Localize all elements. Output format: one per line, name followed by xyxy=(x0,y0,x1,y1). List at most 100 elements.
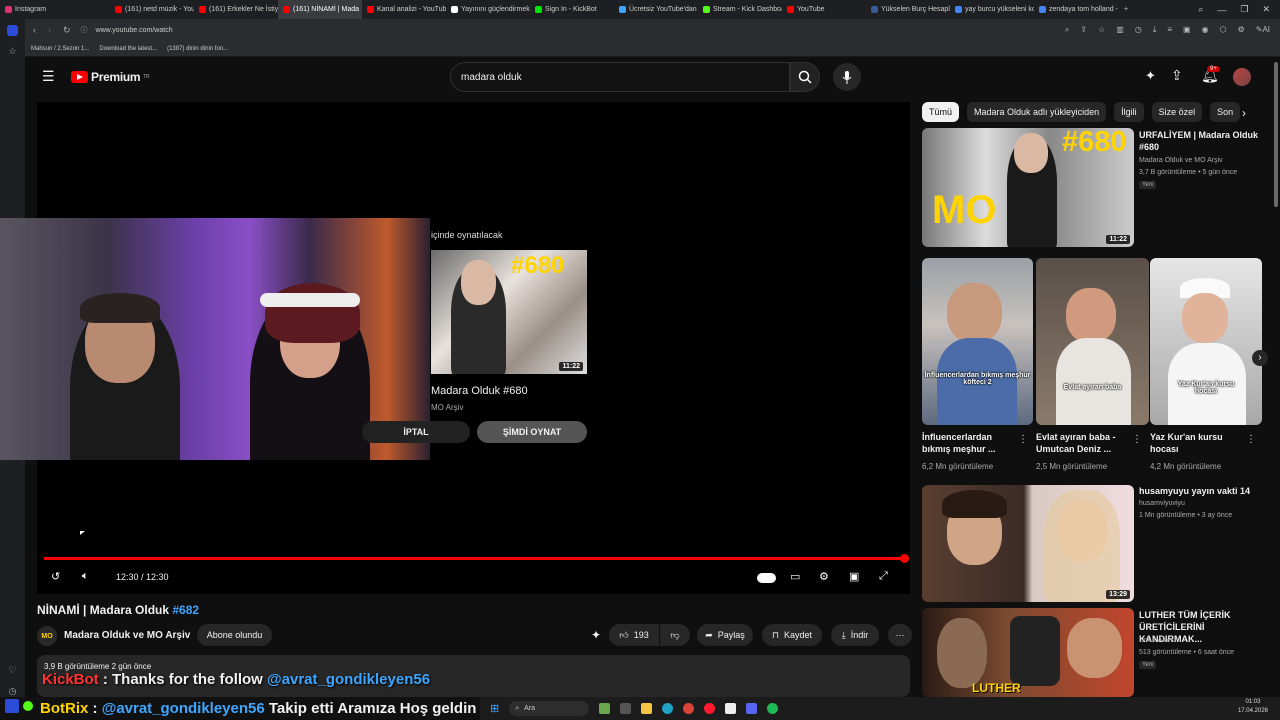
save-button[interactable]: ⊓ Kaydet xyxy=(762,624,822,646)
create-icon[interactable]: ✦ xyxy=(1145,68,1156,84)
more-actions-button[interactable]: ⋯ xyxy=(888,624,912,646)
minimize-icon[interactable]: — xyxy=(1217,5,1226,15)
extensions-icon[interactable]: ⬡ xyxy=(1220,25,1227,35)
search-tabs-icon[interactable]: ⌕ xyxy=(1198,4,1203,15)
video-player[interactable]: içinde oynatılacak #680 11:22 Madara Old… xyxy=(0,102,910,594)
short-thumbnail-1[interactable]: İnfluencerlardan bıkmış meşhur köfteci 2 xyxy=(922,258,1033,425)
workspace-icon[interactable] xyxy=(7,25,18,36)
opera-icon[interactable] xyxy=(704,703,716,714)
browser-tab-2[interactable]: (161) Erkekler Ne İstiyor? xyxy=(194,0,278,19)
progress-bar[interactable] xyxy=(44,557,905,560)
related-thumbnail-2[interactable]: 13:29 xyxy=(922,485,1134,602)
bookmark-item[interactable]: (1387) dinin dinin fon... xyxy=(167,46,228,52)
next-video-title[interactable]: Madara Olduk #680 xyxy=(431,385,528,397)
fullscreen-icon[interactable]: ⤢ xyxy=(879,570,888,583)
channel-avatar[interactable]: MO xyxy=(37,626,57,646)
search-button[interactable] xyxy=(790,62,820,92)
browser-tab-9[interactable]: YouTube xyxy=(782,0,866,19)
maximize-icon[interactable]: ❐ xyxy=(1240,4,1248,15)
task-view-icon[interactable] xyxy=(620,703,632,714)
bookmark-item[interactable]: Mahsun / 2.Sezon 1... xyxy=(31,46,89,52)
filter-chip[interactable]: İlgili xyxy=(1114,102,1144,122)
related-thumbnail-1[interactable]: MO #680 11:22 xyxy=(922,128,1134,247)
close-window-icon[interactable]: ✕ xyxy=(1262,4,1270,15)
like-button[interactable]: 👍︎ 193 xyxy=(609,624,659,646)
settings-gear-icon[interactable]: ⚙ xyxy=(819,570,829,583)
scrollbar-thumb[interactable] xyxy=(1274,62,1278,207)
taskbar-search[interactable]: ⌕ Ara xyxy=(509,701,590,716)
sidebar-icon[interactable]: ▥ xyxy=(1116,25,1124,35)
system-clock[interactable]: 01:03 17.04.2026 xyxy=(1238,698,1268,716)
related-channel-1[interactable]: Madara Olduk ve MO Arşiv xyxy=(1139,155,1223,167)
chips-next-icon[interactable]: › xyxy=(1242,106,1246,120)
dislike-button[interactable]: 👎︎ xyxy=(660,624,690,646)
short-thumbnail-3[interactable]: Yaz Kur'an kursu hocası xyxy=(1150,258,1262,425)
windows-start-icon[interactable]: ⊞ xyxy=(490,702,499,715)
menu-icon[interactable]: ≡ xyxy=(1167,25,1172,35)
edge-icon[interactable] xyxy=(662,703,674,714)
progress-scrubber[interactable] xyxy=(900,554,909,563)
share-button[interactable]: ➦ Paylaş xyxy=(697,624,753,646)
next-video-thumbnail[interactable]: #680 11:22 xyxy=(431,250,587,374)
shorts-next-icon[interactable]: › xyxy=(1252,350,1268,366)
user-avatar[interactable] xyxy=(1233,68,1251,86)
autoplay-toggle[interactable] xyxy=(757,573,776,583)
miniplayer-icon[interactable]: ▣ xyxy=(849,570,859,583)
channel-name[interactable]: Madara Olduk ve MO Arşiv xyxy=(64,630,190,641)
widgets-icon[interactable] xyxy=(599,703,611,714)
subtitles-icon[interactable]: ▭ xyxy=(790,570,800,583)
star-icon[interactable]: ☆ xyxy=(8,46,16,57)
volume-icon[interactable]: 🔈︎ xyxy=(82,570,89,583)
reload-icon[interactable]: ↻ xyxy=(63,25,71,36)
new-tab-icon[interactable]: + xyxy=(1118,6,1134,13)
history-icon[interactable]: ◷ xyxy=(1135,25,1142,35)
browser-tab-7[interactable]: Ücretsiz YouTube'dan MP xyxy=(614,0,698,19)
youtube-logo[interactable]: Premium TR xyxy=(71,70,150,84)
browser-tab-11[interactable]: yay burcu yükseleni koç xyxy=(950,0,1034,19)
voice-search-button[interactable] xyxy=(833,63,861,91)
browser-tab-6[interactable]: Sign In - KickBot xyxy=(530,0,614,19)
share-icon[interactable]: ⇪ xyxy=(1080,25,1087,35)
sparkle-icon[interactable]: ✦ xyxy=(591,628,601,642)
file-explorer-icon[interactable] xyxy=(641,703,653,714)
browser-tab-8[interactable]: Stream - Kick Dashboard xyxy=(698,0,782,19)
zoom-icon[interactable]: ⌕ xyxy=(1065,25,1069,35)
short-title-2[interactable]: Evlat ayıran baba - Umutcan Deniz ... xyxy=(1036,431,1130,455)
browser-tab-1[interactable]: (161) netd müzik - YouTube xyxy=(110,0,194,19)
upload-icon[interactable]: ⇪ xyxy=(1171,67,1183,84)
browser-tab-0[interactable]: Instagram xyxy=(0,0,110,19)
video-hashtag[interactable]: #682 xyxy=(172,603,199,617)
short-menu-icon-1[interactable]: ⋮ xyxy=(1018,434,1028,445)
settings-icon[interactable]: ⚙ xyxy=(1238,25,1245,35)
related-title-1[interactable]: URFALİYEM | Madara Olduk #680 xyxy=(1139,129,1267,153)
short-title-3[interactable]: Yaz Kur'an kursu hocası xyxy=(1150,431,1240,455)
search-input[interactable]: madara olduk ✕ xyxy=(450,62,800,92)
wallet-icon[interactable]: ▣ xyxy=(1183,25,1191,35)
related-channel-2[interactable]: husamviyuviyu xyxy=(1139,498,1185,510)
filter-chip[interactable]: Son xyxy=(1210,102,1241,122)
download-button[interactable]: ⤓ İndir xyxy=(831,624,879,646)
replay-icon[interactable]: ↺ xyxy=(51,570,60,583)
browser-tab-12[interactable]: zendaya tom holland - Go xyxy=(1034,0,1118,19)
browser-tab-3[interactable]: (161) NİNAMİ | Mada xyxy=(278,0,362,19)
short-menu-icon-2[interactable]: ⋮ xyxy=(1132,434,1142,445)
spotify-icon[interactable] xyxy=(767,703,779,714)
bookmark-star-icon[interactable]: ☆ xyxy=(1098,25,1105,35)
ai-icon[interactable]: ✎AI xyxy=(1256,25,1270,35)
vpn-icon[interactable]: ◉ xyxy=(1202,25,1209,35)
subscribed-button[interactable]: Abone olundu xyxy=(197,624,272,646)
browser-tab-5[interactable]: Yayınını güçlendirmek için xyxy=(446,0,530,19)
related-thumbnail-3[interactable]: LUTHER xyxy=(922,608,1134,697)
site-info-icon[interactable]: ⓘ xyxy=(81,25,88,35)
bookmark-item[interactable]: Download the latest... xyxy=(99,46,157,52)
forward-icon[interactable]: › xyxy=(48,25,51,35)
download-icon[interactable]: ⤓ xyxy=(1153,25,1157,35)
chrome-icon[interactable] xyxy=(683,703,695,714)
related-title-2[interactable]: husamyuyu yayın vakti 14 xyxy=(1139,485,1267,497)
filter-chip[interactable]: Madara Olduk adlı yükleyiciden xyxy=(967,102,1107,122)
related-channel-3[interactable]: Umur Afan xyxy=(1139,635,1172,647)
play-now-button[interactable]: ŞİMDİ OYNAT xyxy=(477,421,587,443)
short-thumbnail-2[interactable]: Evlat ayıran baba xyxy=(1036,258,1149,425)
cancel-autoplay-button[interactable]: İPTAL xyxy=(362,421,470,443)
browser-tab-4[interactable]: Kanal analizi - YouTube St xyxy=(362,0,446,19)
